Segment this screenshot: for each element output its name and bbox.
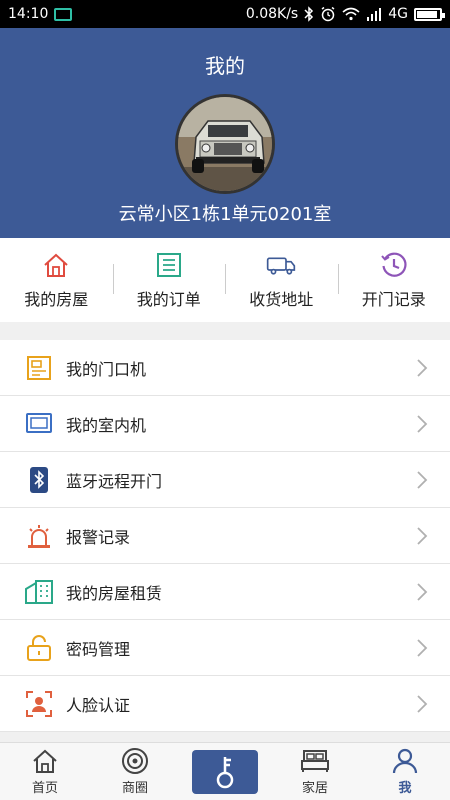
menu-password-management[interactable]: 密码管理 [0, 620, 450, 676]
key-icon [216, 756, 234, 788]
menu-face-auth[interactable]: 人脸认证 [0, 676, 450, 732]
menu-label: 我的门口机 [66, 359, 147, 379]
door-panel-icon [24, 353, 54, 383]
menu-label: 密码管理 [66, 639, 131, 659]
bluetooth-icon [24, 465, 54, 495]
avatar[interactable] [175, 94, 275, 194]
menu-house-rental[interactable]: 我的房屋租赁 [0, 564, 450, 620]
app-notification-icon [54, 7, 73, 21]
order-list-icon [154, 250, 184, 280]
quick-my-orders[interactable]: 我的订单 [112, 238, 226, 322]
menu-label: 人脸认证 [66, 695, 131, 715]
nav-home-furnishing[interactable]: 家居 [270, 743, 360, 800]
person-icon [390, 747, 420, 775]
nav-me[interactable]: 我 [360, 743, 450, 800]
menu-label: 蓝牙远程开门 [66, 471, 163, 491]
bottom-nav: 首页 商圈 家居 我 [0, 742, 450, 800]
quick-label: 收货地址 [249, 290, 314, 309]
battery-icon [414, 7, 445, 21]
house-address: 云常小区1栋1单元0201室 [118, 204, 332, 225]
quick-label: 开门记录 [361, 290, 426, 309]
nav-label: 家居 [301, 781, 328, 796]
menu-label: 我的房屋租赁 [66, 583, 163, 603]
chevron-right-icon [416, 582, 428, 606]
history-clock-icon [379, 250, 409, 280]
chevron-right-icon [416, 358, 428, 382]
menu-door-station[interactable]: 我的门口机 [0, 340, 450, 396]
quick-label: 我的订单 [136, 290, 201, 309]
status-bar: 14:10 0.08K/s 4G [0, 0, 450, 28]
delivery-truck-icon [266, 250, 296, 280]
profile-header: 我的 云常小区1栋1单元0201室 [0, 28, 450, 238]
lock-icon [24, 633, 54, 663]
alarm-clock-icon [320, 6, 336, 22]
building-icon [24, 577, 54, 607]
nav-label: 首页 [31, 781, 58, 796]
monitor-icon [24, 409, 54, 439]
chevron-right-icon [416, 470, 428, 494]
network-type: 4G [388, 6, 408, 22]
nav-label: 商圈 [121, 781, 148, 796]
settings-list: 我的门口机 我的室内机 蓝牙远程开门 报警记录 我的房屋租赁 密码管理 人脸认证 [0, 340, 450, 732]
nav-shop-circle[interactable]: 商圈 [90, 743, 180, 800]
quick-door-records[interactable]: 开门记录 [337, 238, 450, 322]
signal-icon [366, 7, 382, 21]
chevron-right-icon [416, 526, 428, 550]
quick-label: 我的房屋 [24, 290, 89, 309]
bluetooth-status-icon [304, 6, 314, 22]
menu-bluetooth-open[interactable]: 蓝牙远程开门 [0, 452, 450, 508]
face-scan-icon [24, 689, 54, 719]
menu-indoor-unit[interactable]: 我的室内机 [0, 396, 450, 452]
page-title: 我的 [205, 54, 245, 78]
menu-label: 我的室内机 [66, 415, 147, 435]
house-icon [41, 250, 71, 280]
network-speed: 0.08K/s [245, 6, 299, 22]
unlock-key-button[interactable] [192, 749, 258, 794]
shop-circle-icon [120, 747, 150, 775]
menu-label: 报警记录 [66, 527, 131, 547]
home-icon [30, 747, 60, 775]
alarm-light-icon [24, 521, 54, 551]
chevron-right-icon [416, 694, 428, 718]
bed-icon [300, 747, 330, 775]
nav-home[interactable]: 首页 [0, 743, 90, 800]
menu-alarm-records[interactable]: 报警记录 [0, 508, 450, 564]
quick-my-house[interactable]: 我的房屋 [0, 238, 113, 322]
quick-actions: 我的房屋 我的订单 收货地址 开门记录 [0, 238, 450, 322]
nav-key-unlock[interactable] [180, 743, 270, 800]
status-time: 14:10 [8, 6, 49, 22]
nav-label: 我 [398, 781, 412, 796]
chevron-right-icon [416, 414, 428, 438]
quick-delivery-address[interactable]: 收货地址 [225, 238, 338, 322]
wifi-icon [342, 7, 360, 21]
chevron-right-icon [416, 638, 428, 662]
